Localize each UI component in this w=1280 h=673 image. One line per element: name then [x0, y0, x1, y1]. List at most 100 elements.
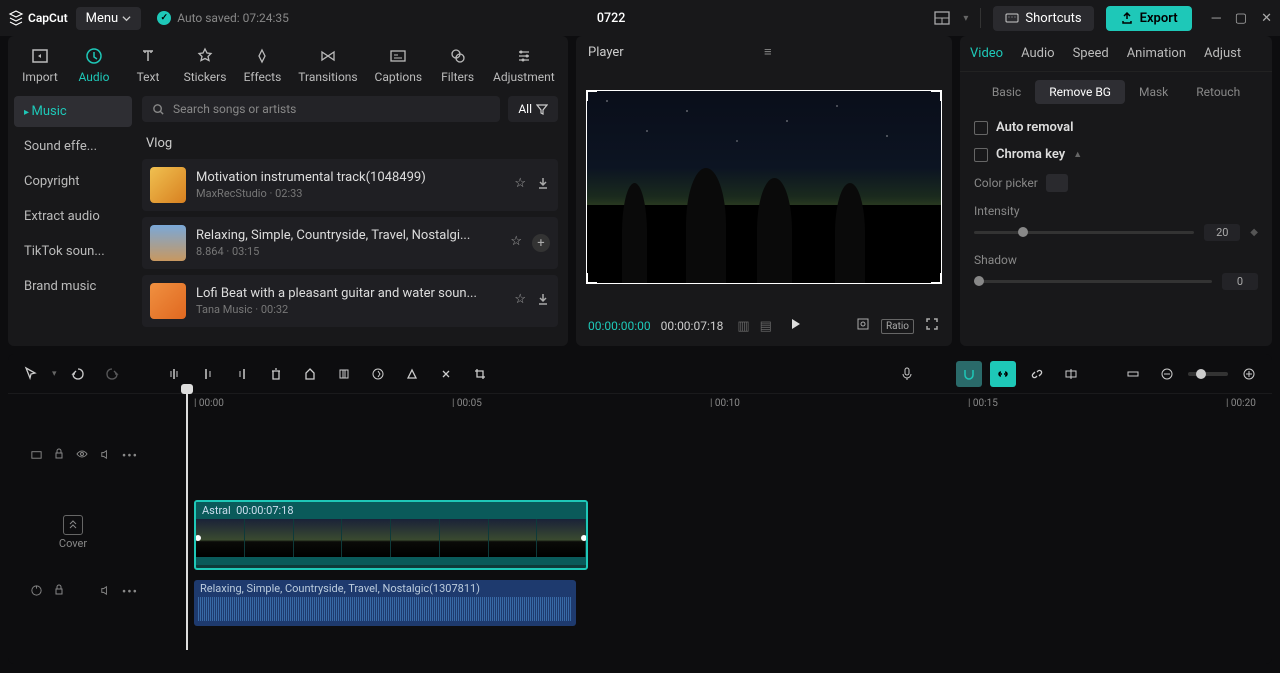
auto-removal-checkbox[interactable]: [974, 121, 988, 135]
video-clip[interactable]: Astral 00:00:07:18: [194, 500, 588, 570]
tab-animation[interactable]: Animation: [1125, 42, 1188, 65]
track-item[interactable]: Motivation instrumental track(1048499) M…: [142, 159, 558, 211]
tab-text[interactable]: Text: [124, 42, 172, 88]
color-swatch[interactable]: [1046, 174, 1068, 192]
download-icon[interactable]: [536, 292, 550, 310]
tab-adjust[interactable]: Adjust: [1202, 42, 1243, 65]
layout-icon[interactable]: [933, 9, 951, 27]
split-left-tool[interactable]: [195, 361, 221, 387]
track-lock-icon[interactable]: [53, 448, 65, 464]
play-button[interactable]: [788, 317, 802, 335]
track-item[interactable]: Relaxing, Simple, Countryside, Travel, N…: [142, 217, 558, 269]
player-canvas[interactable]: [586, 68, 942, 306]
player-menu-icon[interactable]: ≡: [764, 44, 940, 60]
undo-button[interactable]: [65, 361, 91, 387]
sidebar-item-music[interactable]: Music: [14, 96, 132, 127]
track-item[interactable]: Lofi Beat with a pleasant guitar and wat…: [142, 275, 558, 327]
favorite-icon[interactable]: ☆: [514, 292, 526, 310]
timeline-tracks-area[interactable]: Astral 00:00:07:18 Relaxing, Simple, Cou…: [148, 416, 1272, 664]
rotate-tool[interactable]: [433, 361, 459, 387]
mirror-tool[interactable]: [399, 361, 425, 387]
compare-icon[interactable]: ▥: [737, 319, 749, 334]
timeline-ruler[interactable]: | 00:00 | 00:05 | 00:10 | 00:15 | 00:20: [148, 394, 1272, 416]
preview-box[interactable]: [586, 90, 942, 284]
minimize-button[interactable]: ─: [1212, 10, 1221, 26]
search-input[interactable]: Search songs or artists: [142, 96, 500, 122]
zoom-out-button[interactable]: [1154, 361, 1180, 387]
tab-audio[interactable]: Audio: [70, 42, 118, 88]
chain-tool[interactable]: [1024, 361, 1050, 387]
track-eye-icon[interactable]: [75, 447, 89, 465]
download-icon[interactable]: [536, 176, 550, 194]
shadow-slider[interactable]: [974, 280, 1212, 283]
sidebar-item-extract-audio[interactable]: Extract audio: [14, 201, 132, 232]
intensity-value[interactable]: 20: [1204, 224, 1240, 241]
track-hide-icon[interactable]: [30, 448, 43, 465]
delete-tool[interactable]: [263, 361, 289, 387]
track-mute-icon[interactable]: [99, 584, 112, 601]
sidebar-item-sound-effects[interactable]: Sound effe...: [14, 131, 132, 162]
all-filter-button[interactable]: All: [508, 96, 558, 122]
sidebar-item-tiktok-sounds[interactable]: TikTok soun...: [14, 236, 132, 267]
split-tool[interactable]: [161, 361, 187, 387]
track-more-icon[interactable]: •••: [122, 449, 138, 464]
tab-captions[interactable]: Captions: [369, 42, 428, 88]
redo-button[interactable]: [99, 361, 125, 387]
shortcuts-button[interactable]: Shortcuts: [993, 6, 1093, 31]
crop2-tool[interactable]: [467, 361, 493, 387]
zoom-slider[interactable]: [1188, 372, 1228, 376]
split-right-tool[interactable]: [229, 361, 255, 387]
audio-clip[interactable]: Relaxing, Simple, Countryside, Travel, N…: [194, 580, 576, 626]
chroma-key-row[interactable]: Chroma key ▲: [974, 147, 1258, 162]
track-lock-icon[interactable]: [53, 584, 65, 600]
tab-audio-props[interactable]: Audio: [1019, 42, 1056, 65]
link-tool[interactable]: [990, 361, 1016, 387]
magnet-tool[interactable]: [956, 361, 982, 387]
menu-button[interactable]: Menu: [76, 7, 142, 30]
track-mute-icon[interactable]: [99, 448, 112, 465]
sidebar-item-copyright[interactable]: Copyright: [14, 166, 132, 197]
export-button[interactable]: Export: [1106, 6, 1192, 31]
maximize-button[interactable]: ▢: [1235, 11, 1247, 26]
pointer-tool[interactable]: [18, 361, 44, 387]
cover-button[interactable]: [63, 515, 83, 535]
compare-icon-2[interactable]: ▤: [760, 319, 772, 334]
tab-effects[interactable]: Effects: [238, 42, 287, 88]
project-name[interactable]: 0722: [297, 11, 926, 26]
tab-video[interactable]: Video: [968, 42, 1005, 65]
preview-render-tool[interactable]: [1058, 361, 1084, 387]
auto-removal-row[interactable]: Auto removal: [974, 120, 1258, 135]
favorite-icon[interactable]: ☆: [514, 176, 526, 194]
playhead[interactable]: [186, 390, 188, 650]
subtab-mask[interactable]: Mask: [1125, 80, 1182, 104]
ratio-button[interactable]: Ratio: [881, 319, 914, 334]
audio-clip-label: Relaxing, Simple, Countryside, Travel, N…: [194, 580, 576, 597]
favorite-icon[interactable]: ☆: [510, 234, 522, 252]
shadow-value[interactable]: 0: [1222, 273, 1258, 290]
tab-speed[interactable]: Speed: [1071, 42, 1111, 65]
track-tool[interactable]: [1120, 361, 1146, 387]
subtab-retouch[interactable]: Retouch: [1182, 80, 1254, 104]
add-icon[interactable]: +: [532, 234, 550, 252]
mic-button[interactable]: [894, 361, 920, 387]
close-button[interactable]: ✕: [1261, 11, 1272, 26]
tab-import[interactable]: Import: [16, 42, 64, 88]
fullscreen-icon[interactable]: [924, 316, 940, 336]
tab-filters[interactable]: Filters: [434, 42, 482, 88]
subtab-remove-bg[interactable]: Remove BG: [1035, 80, 1125, 104]
tab-transitions[interactable]: Transitions: [293, 42, 363, 88]
sidebar-item-brand-music[interactable]: Brand music: [14, 271, 132, 302]
subtab-basic[interactable]: Basic: [978, 80, 1035, 104]
marker-tool[interactable]: [297, 361, 323, 387]
track-more-icon[interactable]: •••: [122, 585, 138, 600]
scale-icon[interactable]: [855, 316, 871, 336]
crop-tool[interactable]: [331, 361, 357, 387]
track-adjust-icon[interactable]: [30, 584, 43, 601]
tab-stickers[interactable]: Stickers: [178, 42, 232, 88]
zoom-in-button[interactable]: [1236, 361, 1262, 387]
color-picker-label: Color picker: [974, 176, 1038, 190]
tab-adjustment[interactable]: Adjustment: [488, 42, 560, 88]
chroma-key-checkbox[interactable]: [974, 148, 988, 162]
intensity-slider[interactable]: [974, 231, 1194, 234]
reverse-tool[interactable]: [365, 361, 391, 387]
